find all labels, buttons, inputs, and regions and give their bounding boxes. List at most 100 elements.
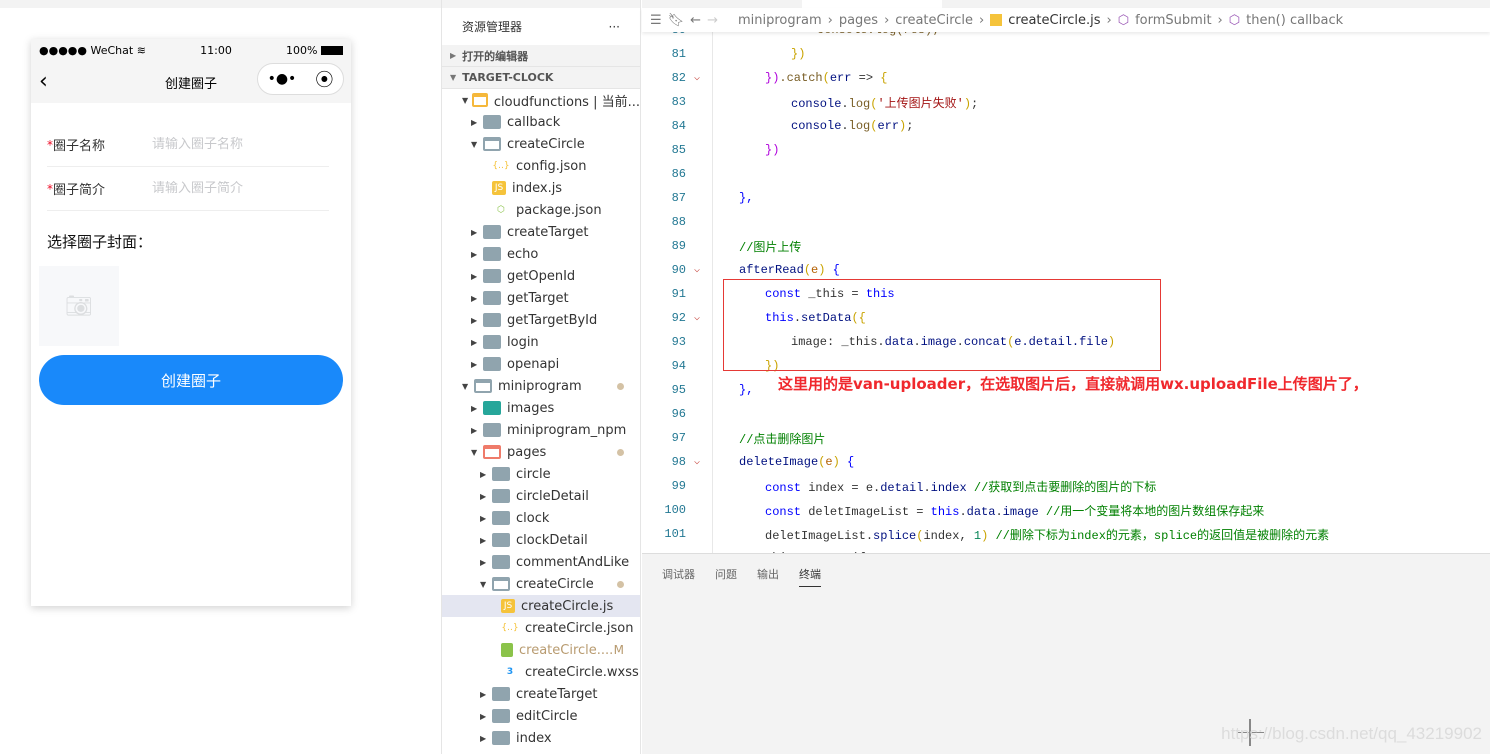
- tree-item[interactable]: ▶ openapi: [442, 353, 640, 375]
- open-editors-section[interactable]: ▶ 打开的编辑器: [442, 45, 640, 67]
- active-tab[interactable]: [802, 0, 942, 8]
- modified-dot: [617, 580, 624, 588]
- tree-item[interactable]: ▶ getOpenId: [442, 265, 640, 287]
- code-token: '上传图片失败': [877, 96, 964, 111]
- code-text: },: [736, 191, 753, 205]
- more-actions-icon[interactable]: ···: [609, 20, 620, 34]
- chevron-left-icon[interactable]: ‹: [39, 69, 48, 94]
- folder-icon: [483, 401, 501, 415]
- line-number: 100: [664, 503, 686, 517]
- fold-chevron-icon[interactable]: ⌵: [686, 72, 736, 84]
- tree-item[interactable]: {..} config.json: [442, 155, 640, 177]
- create-circle-button[interactable]: 创建圈子: [39, 355, 343, 405]
- code-token: //删除下标为index的元素，splice的返回值是被删除的元素: [988, 528, 1330, 543]
- status-bar: ●●●●● WeChat ≋ 11:00 100%: [31, 39, 351, 61]
- folder-icon: [492, 467, 510, 481]
- tree-item[interactable]: ▼ cloudfunctions | 当前...: [442, 89, 640, 111]
- panel-tab[interactable]: 终端: [799, 566, 821, 587]
- tree-item[interactable]: ▶ createTarget: [442, 683, 640, 705]
- tree-item-label: editCircle: [516, 708, 578, 724]
- line-number: 85: [671, 143, 686, 157]
- tree-item[interactable]: ▶ createTarget: [442, 221, 640, 243]
- annotation-text: 这里用的是van-uploader，在选取图片后，直接就调用wx.uploadF…: [778, 375, 1368, 393]
- tree-item[interactable]: JS createCircle.js: [442, 595, 640, 617]
- circle-intro-input[interactable]: [152, 181, 312, 196]
- line-number: 84: [671, 119, 686, 133]
- tree-item[interactable]: ▶ index: [442, 727, 640, 749]
- forward-arrow-icon[interactable]: →: [707, 13, 718, 28]
- tree-item[interactable]: ▶ getTargetById: [442, 309, 640, 331]
- tree-item[interactable]: ▼ miniprogram: [442, 375, 640, 397]
- tree-item[interactable]: ▶ clock: [442, 507, 640, 529]
- panel-tab[interactable]: 调试器: [662, 566, 695, 587]
- code-token: deletImageList.: [765, 528, 874, 543]
- panel-tab[interactable]: 输出: [757, 566, 779, 587]
- target-icon[interactable]: ⦿: [315, 66, 333, 92]
- code-token: this: [930, 504, 960, 519]
- tree-item[interactable]: ▼ pages: [442, 441, 640, 463]
- code-line: 96: [642, 402, 1490, 426]
- fold-chevron-icon[interactable]: ⌵: [686, 456, 736, 468]
- tree-item[interactable]: ▼ createCircle: [442, 573, 640, 595]
- line-number: 88: [671, 215, 686, 229]
- code-line: 100 const deletImageList = this.data.imag…: [642, 498, 1490, 522]
- breadcrumb-item[interactable]: pages: [839, 13, 878, 28]
- capsule-menu: •●• ⦿: [257, 63, 344, 95]
- code-text: console.log(err);: [736, 119, 913, 133]
- folder-icon: [483, 335, 501, 349]
- line-number: 87: [671, 191, 686, 205]
- tree-item[interactable]: ▶ echo: [442, 243, 640, 265]
- code-text: //图片上传: [736, 238, 801, 255]
- tree-item[interactable]: JS index.js: [442, 177, 640, 199]
- tree-item[interactable]: ▶ images: [442, 397, 640, 419]
- tree-item[interactable]: ▶ editCircle: [442, 705, 640, 727]
- chevron-right-icon: ▶: [471, 117, 478, 127]
- code-text: const index = e.detail.index //获取到点击要删除的…: [736, 478, 1156, 495]
- breadcrumb-item[interactable]: then() callback: [1246, 13, 1343, 28]
- code-token: ): [818, 263, 833, 277]
- chevron-right-icon: ▶: [471, 227, 478, 237]
- tree-item[interactable]: ▶ circleDetail: [442, 485, 640, 507]
- tree-item[interactable]: createCircle.... M: [442, 639, 640, 661]
- code-line: 98 ⌵ deleteImage(e) {: [642, 450, 1490, 474]
- outline-icon[interactable]: ☰: [650, 13, 662, 28]
- tree-item[interactable]: ⬡ package.json: [442, 199, 640, 221]
- tree-item[interactable]: {..} createCircle.json: [442, 617, 640, 639]
- tree-item-label: getTargetById: [507, 312, 598, 328]
- tree-item[interactable]: ▶ miniprogram_npm: [442, 419, 640, 441]
- code-token: deletImageList =: [801, 504, 931, 519]
- tree-item[interactable]: ▶ callback: [442, 111, 640, 133]
- wifi-icon: ≋: [136, 43, 146, 57]
- folder-icon: [492, 577, 510, 591]
- code-token: }): [791, 47, 806, 61]
- tree-item[interactable]: 3 createCircle.wxss: [442, 661, 640, 683]
- project-section[interactable]: ▼ TARGET-CLOCK: [442, 67, 640, 89]
- folder-icon: [492, 687, 510, 701]
- tree-item[interactable]: ▶ circle: [442, 463, 640, 485]
- tree-item[interactable]: ▶ login: [442, 331, 640, 353]
- tree-item[interactable]: ▶ commentAndLike: [442, 551, 640, 573]
- image-uploader[interactable]: 📷︎: [39, 266, 119, 346]
- panel-tab[interactable]: 问题: [715, 566, 737, 587]
- back-arrow-icon[interactable]: ←: [690, 13, 701, 28]
- folder-icon: [483, 291, 501, 305]
- breadcrumb-item[interactable]: formSubmit: [1135, 13, 1211, 28]
- breadcrumb-item[interactable]: createCircle.js: [1008, 13, 1100, 28]
- circle-name-input[interactable]: [152, 137, 312, 152]
- json-file-icon: {..}: [501, 623, 519, 633]
- section-label: TARGET-CLOCK: [462, 71, 554, 84]
- tree-item[interactable]: ▼ createCircle: [442, 133, 640, 155]
- bookmark-icon[interactable]: 🔖︎: [668, 13, 685, 28]
- fold-chevron-icon[interactable]: ⌵: [686, 264, 736, 276]
- code-token: (: [822, 71, 830, 85]
- code-area[interactable]: 这里用的是van-uploader，在选取图片后，直接就调用wx.uploadF…: [642, 32, 1490, 553]
- tree-item[interactable]: ▶ clockDetail: [442, 529, 640, 551]
- line-number: 93: [671, 335, 686, 349]
- tree-item-label: createCircle.wxss: [525, 664, 639, 680]
- more-icon[interactable]: •●•: [268, 71, 297, 87]
- breadcrumb-item[interactable]: createCircle: [895, 13, 973, 28]
- breadcrumb-item[interactable]: miniprogram: [738, 13, 822, 28]
- folder-icon: [492, 555, 510, 569]
- tree-item[interactable]: ▶ getTarget: [442, 287, 640, 309]
- tree-item-label: openapi: [507, 356, 560, 372]
